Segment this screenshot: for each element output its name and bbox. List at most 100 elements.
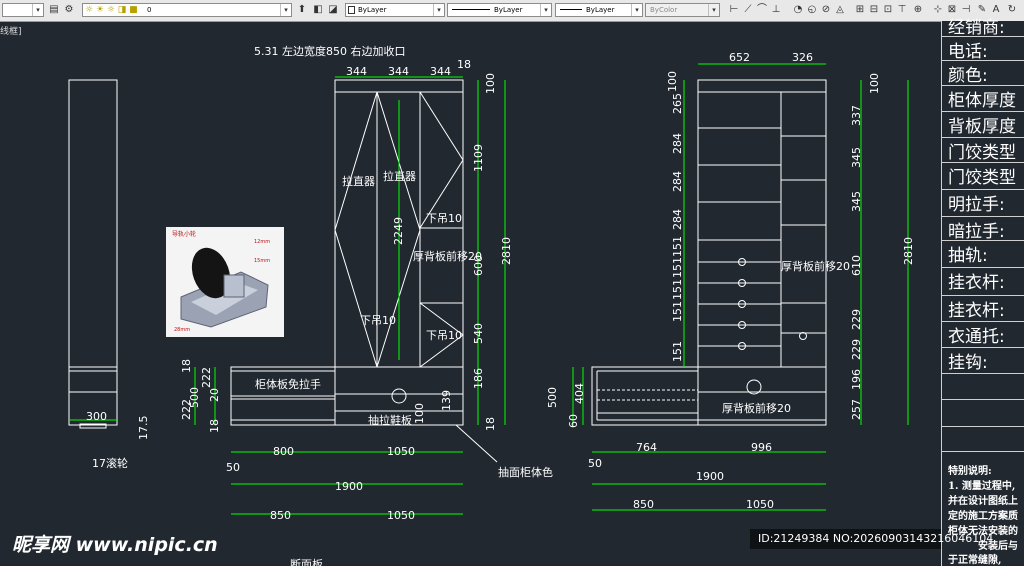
- label-xiadiao-top: 下吊10: [426, 212, 462, 225]
- dim-mid-l-222a: 222: [200, 367, 213, 388]
- dim-right-r-100: 100: [868, 73, 881, 94]
- dim-right-row2: 1900: [696, 470, 724, 483]
- color-select[interactable]: ByLayer ▾: [345, 3, 445, 17]
- make-current-icon[interactable]: ⬆: [296, 4, 308, 16]
- dim-right-total: 2810: [902, 237, 915, 265]
- label-choumian: 抽面柜体色: [498, 465, 553, 479]
- dim-right-404: 404: [573, 383, 586, 404]
- dim-right-r-229a: 229: [850, 309, 863, 330]
- dim-continue-icon[interactable]: ⊟: [868, 4, 880, 16]
- dim-mid-r-186: 186: [472, 368, 485, 389]
- dim-diameter-icon[interactable]: ⊘: [820, 4, 832, 16]
- dim-space-icon[interactable]: ⊡: [882, 4, 894, 16]
- dim-jogged-icon[interactable]: ◵: [806, 4, 818, 16]
- dim-baseline-icon[interactable]: ⊞: [854, 4, 866, 16]
- dim-angular-icon[interactable]: ◬: [834, 4, 846, 16]
- dim-right-r-337: 337: [850, 105, 863, 126]
- field-drawer-rail: 抽轨:: [942, 241, 1024, 268]
- dim-right-top-652: 652: [729, 51, 750, 64]
- dim-ordinate-icon[interactable]: ⊥: [770, 4, 782, 16]
- dim-mid-row2: 1900: [335, 480, 363, 493]
- dim-mid-r-1109: 1109: [472, 144, 485, 172]
- dim-right-l-151e: 151: [671, 341, 684, 362]
- dim-right-r-610: 610: [850, 255, 863, 276]
- lineweight-select[interactable]: ByLayer ▾: [555, 3, 643, 17]
- label-guiti-lashou: 柜体板免拉手: [255, 377, 321, 391]
- field-hinge-type-1: 门饺类型: [942, 138, 1024, 163]
- color-value: ByLayer: [358, 6, 387, 14]
- dim-mid-top-3: 344: [430, 65, 451, 78]
- dim-mid-r-18: 18: [484, 417, 497, 431]
- dim-right-r-196: 196: [850, 369, 863, 390]
- dim-arc-icon[interactable]: ⌒: [756, 4, 768, 16]
- dim-mid-l-18a: 18: [180, 359, 193, 373]
- dim-mid-l-18b: 18: [208, 419, 221, 433]
- label-lazhiqi-2: 拉直器: [383, 169, 416, 183]
- layer-select[interactable]: ☼ ☀ ☼ ◨ ■ 0 ▾: [82, 3, 292, 17]
- field-rod-bracket: 衣通托:: [942, 322, 1024, 348]
- dim-mid-r-540: 540: [472, 323, 485, 344]
- label-choula: 抽拉鞋板: [368, 413, 412, 427]
- plotstyle-value: ByColor: [650, 6, 678, 14]
- dim-mid-l-20: 20: [208, 388, 221, 402]
- layer-match-icon[interactable]: ◪: [327, 4, 339, 16]
- drawing-canvas[interactable]: 5.31 左边宽度850 右边加收口 拉直器 拉直器 下吊10 厚背板前移20 …: [0, 21, 941, 566]
- layer-properties-icon[interactable]: ▤: [48, 4, 60, 16]
- dim-right-row3-850: 850: [633, 498, 654, 511]
- dim-break-icon[interactable]: ⊤: [896, 4, 908, 16]
- photo-dim-1: 12mm: [254, 239, 270, 245]
- plotstyle-select[interactable]: ByColor ▾: [645, 3, 720, 17]
- field-empty-1: [942, 374, 1024, 400]
- photo-dim-3: 28mm: [174, 327, 190, 333]
- lineweight-value: ByLayer: [586, 6, 615, 14]
- workspace-select[interactable]: ▾: [2, 3, 44, 17]
- dim-right-r-345a: 345: [850, 147, 863, 168]
- dim-side-w: 300: [86, 410, 107, 423]
- watermark-brand: 昵享网 www.nipic.cn: [12, 534, 218, 556]
- dim-linear-icon[interactable]: ⊢: [728, 4, 740, 16]
- photo-caption: 导轨小轮: [172, 230, 196, 238]
- note-line-2: 并在设计图纸上: [948, 496, 1018, 507]
- dim-mid-row1-800: 800: [273, 445, 294, 458]
- note-line-6: 于正常缝隙,: [948, 555, 1002, 566]
- dim-right-r-345b: 345: [850, 191, 863, 212]
- linetype-select[interactable]: ByLayer ▾: [447, 3, 552, 17]
- dim-right-l-284c: 284: [671, 209, 684, 230]
- dim-right-l-151a: 151: [671, 236, 684, 257]
- dim-right-r-229b: 229: [850, 339, 863, 360]
- field-cabinet-thickness: 柜体厚度: [942, 86, 1024, 112]
- color-swatch: [348, 6, 355, 14]
- field-hanging-rod-1: 挂衣杆:: [942, 268, 1024, 296]
- dim-right-l-284a: 284: [671, 133, 684, 154]
- field-hanging-rod-2: 挂衣杆:: [942, 296, 1024, 322]
- dim-right-60: 60: [567, 414, 580, 428]
- dim-aligned-icon[interactable]: ⟋: [742, 4, 754, 16]
- label-houbei-right: 厚背板前移20: [781, 259, 850, 273]
- dim-mid-139: 139: [440, 390, 453, 411]
- dim-mid-top-2: 344: [388, 65, 409, 78]
- tolerance-icon[interactable]: ⊕: [912, 4, 924, 16]
- layer-previous-icon[interactable]: ◧: [312, 4, 324, 16]
- dim-right-top-326: 326: [792, 51, 813, 64]
- dim-mid-row3-850: 850: [270, 509, 291, 522]
- notes-title: 特别说明:: [948, 466, 992, 477]
- label-houbei-bottom: 厚背板前移20: [722, 401, 791, 415]
- caster-wheel-photo: 导轨小轮 12mm 15mm 28mm: [166, 227, 284, 337]
- dim-mid-r-100: 100: [484, 73, 497, 94]
- dim-right-l-100: 100: [666, 71, 679, 92]
- dim-mid-left-50: 50: [226, 461, 240, 474]
- dim-right-l-151d: 151: [671, 301, 684, 322]
- layer-icons: ☼ ☀ ☼ ◨ ■: [85, 5, 138, 15]
- field-hook: 挂钩:: [942, 348, 1024, 374]
- dim-radius-icon[interactable]: ◔: [792, 4, 804, 16]
- caster-wheel-image: 导轨小轮 12mm 15mm 28mm: [172, 230, 270, 333]
- field-empty-2: [942, 400, 1024, 427]
- field-empty-3: [942, 427, 1024, 452]
- label-xiadiao-left: 下吊10: [360, 314, 396, 327]
- dim-right-500: 500: [546, 387, 559, 408]
- dim-right-row3-1050: 1050: [746, 498, 774, 511]
- dim-right-row1-996: 996: [751, 441, 772, 454]
- layer-states-icon[interactable]: ⚙: [63, 4, 75, 16]
- field-phone: 电话:: [942, 37, 1024, 61]
- label-lazhiqi-1: 拉直器: [342, 174, 375, 188]
